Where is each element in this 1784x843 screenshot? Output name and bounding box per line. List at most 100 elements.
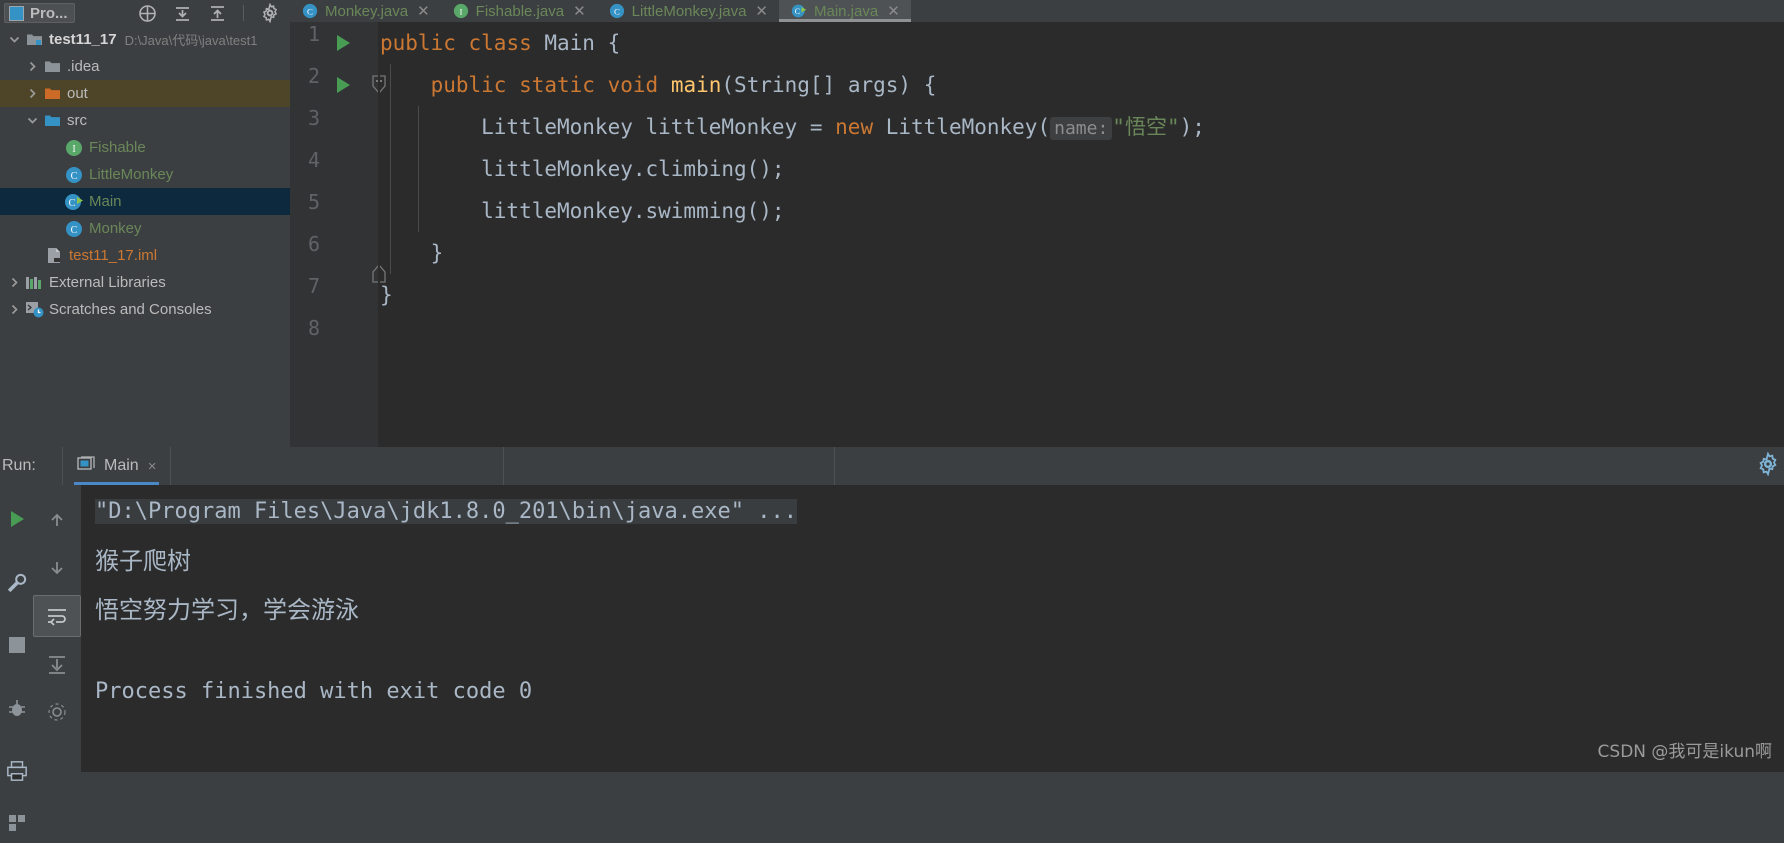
tab-monkey-java[interactable]: C Monkey.java ✕ <box>290 0 441 22</box>
run-actions-left <box>0 485 33 831</box>
line-number: 7 <box>307 274 320 298</box>
chevron-right-icon[interactable] <box>22 61 42 72</box>
chevron-right-icon[interactable] <box>4 277 24 288</box>
svg-text:C: C <box>71 225 78 236</box>
tree-item-src[interactable]: src <box>0 107 290 134</box>
tab-divider <box>503 447 505 485</box>
settings-icon[interactable] <box>33 691 81 733</box>
console-line: Process finished with exit code 0 <box>95 679 533 704</box>
iml-file-icon <box>44 247 64 264</box>
scratches-icon <box>24 301 44 318</box>
run-tool-window: Run: Main × "D:\Program Files\Java\jdk1.… <box>0 447 1784 831</box>
close-icon[interactable]: × <box>148 458 157 475</box>
code-line-3: LittleMonkey littleMonkey = new LittleMo… <box>380 115 1205 140</box>
tree-item-monkey[interactable]: C Monkey <box>0 215 290 242</box>
expand-icon[interactable] <box>208 4 227 23</box>
gear-icon[interactable] <box>260 3 280 23</box>
console-line: 猴子爬树 <box>95 547 191 575</box>
tree-item-idea[interactable]: .idea <box>0 53 290 80</box>
line-number: 3 <box>307 106 320 130</box>
run-gutter-icon[interactable] <box>332 32 354 54</box>
chevron-down-icon[interactable] <box>22 115 42 126</box>
tree-item-main[interactable]: C Main <box>0 188 290 215</box>
tree-item-external-libraries[interactable]: External Libraries <box>0 269 290 296</box>
tree-item-iml[interactable]: test11_17.iml <box>0 242 290 269</box>
wrench-icon[interactable] <box>0 563 33 603</box>
run-tab-main[interactable]: Main × <box>63 447 170 485</box>
scroll-up-icon[interactable] <box>33 499 81 541</box>
svg-text:I: I <box>72 144 75 155</box>
code-line-4: littleMonkey.climbing(); <box>380 157 785 181</box>
tab-label: Monkey.java <box>325 2 409 20</box>
project-tool-window-button[interactable]: Pro... <box>4 3 75 23</box>
tree-item-littlemonkey[interactable]: C LittleMonkey <box>0 161 290 188</box>
close-icon[interactable]: ✕ <box>573 4 586 19</box>
chevron-down-icon[interactable] <box>4 34 24 45</box>
run-gutter-icon[interactable] <box>332 74 354 96</box>
collapse-all-icon[interactable] <box>173 4 192 23</box>
code-line-5: littleMonkey.swimming(); <box>380 199 785 223</box>
project-tree[interactable]: test11_17 D:\Java\代码\java\test1 .idea ou… <box>0 26 290 496</box>
tree-item-test11_17[interactable]: test11_17 D:\Java\代码\java\test1 <box>0 26 290 53</box>
code-line-1: public class Main { <box>380 31 621 55</box>
chevron-right-icon[interactable] <box>4 304 24 315</box>
tab-littlemonkey-java[interactable]: C LittleMonkey.java ✕ <box>597 0 779 22</box>
tree-item-label: test11_17 <box>49 31 117 48</box>
folder-source-icon <box>42 113 62 128</box>
module-folder-icon <box>24 32 44 47</box>
tree-item-scratches-and-consoles[interactable]: Scratches and Consoles <box>0 296 290 323</box>
locate-icon[interactable] <box>138 4 157 23</box>
soft-wrap-icon[interactable] <box>33 595 81 637</box>
chevron-right-icon[interactable] <box>22 88 42 99</box>
more-icon[interactable] <box>0 803 33 843</box>
scroll-to-end-icon[interactable] <box>33 643 81 685</box>
tree-item-label: out <box>67 85 88 102</box>
class-icon: C <box>609 3 625 19</box>
tab-main-java[interactable]: C Main.java ✕ <box>779 0 911 22</box>
svg-text:C: C <box>614 7 620 17</box>
class-icon: C <box>302 3 318 19</box>
tree-item-out[interactable]: out <box>0 80 290 107</box>
run-tab-label: Main <box>104 457 139 474</box>
class-icon: C <box>64 166 84 184</box>
line-number: 5 <box>307 190 320 214</box>
tree-item-label: LittleMonkey <box>89 166 174 183</box>
class-runnable-icon: C <box>791 3 807 19</box>
folder-gray-icon <box>42 59 62 74</box>
svg-text:C: C <box>71 171 78 182</box>
tree-item-label: src <box>67 112 87 129</box>
stop-icon[interactable] <box>0 625 33 665</box>
editor-gutter[interactable]: 1 2 3 4 5 6 7 8 <box>290 22 386 447</box>
scroll-down-icon[interactable] <box>33 547 81 589</box>
tree-item-label: Main <box>89 193 122 210</box>
rerun-icon[interactable] <box>0 499 33 539</box>
interface-icon: I <box>453 3 469 19</box>
console-output[interactable]: "D:\Program Files\Java\jdk1.8.0_201\bin\… <box>81 485 1784 772</box>
tab-label: Main.java <box>814 2 879 20</box>
tool-window-title: Pro... <box>30 4 68 22</box>
tool-window-header: Pro... <box>0 0 290 26</box>
tab-divider <box>170 447 172 485</box>
tree-item-fishable[interactable]: I Fishable <box>0 134 290 161</box>
gear-icon[interactable] <box>1756 450 1784 481</box>
line-number: 6 <box>307 232 320 256</box>
line-number: 8 <box>307 316 320 340</box>
tree-item-label: test11_17.iml <box>69 247 158 264</box>
run-config-icon <box>77 455 95 477</box>
tab-label: Fishable.java <box>475 2 565 20</box>
tab-fishable-java[interactable]: I Fishable.java ✕ <box>441 0 597 22</box>
close-icon[interactable]: ✕ <box>755 4 768 19</box>
tool-window-actions <box>138 3 290 23</box>
debug-icon[interactable] <box>0 689 33 729</box>
line-number: 2 <box>307 64 320 88</box>
svg-text:C: C <box>795 7 800 16</box>
line-number: 1 <box>307 22 320 46</box>
interface-icon: I <box>64 139 84 157</box>
print-icon[interactable] <box>0 751 33 791</box>
tab-divider <box>834 447 836 485</box>
editor-tab-bar: C Monkey.java ✕ I Fishable.java ✕ C Litt… <box>290 0 1784 22</box>
close-icon[interactable]: ✕ <box>887 4 900 19</box>
tree-item-label: Scratches and Consoles <box>49 301 212 318</box>
code-editor[interactable]: public class Main { public static void m… <box>380 22 1784 447</box>
close-icon[interactable]: ✕ <box>417 4 430 19</box>
